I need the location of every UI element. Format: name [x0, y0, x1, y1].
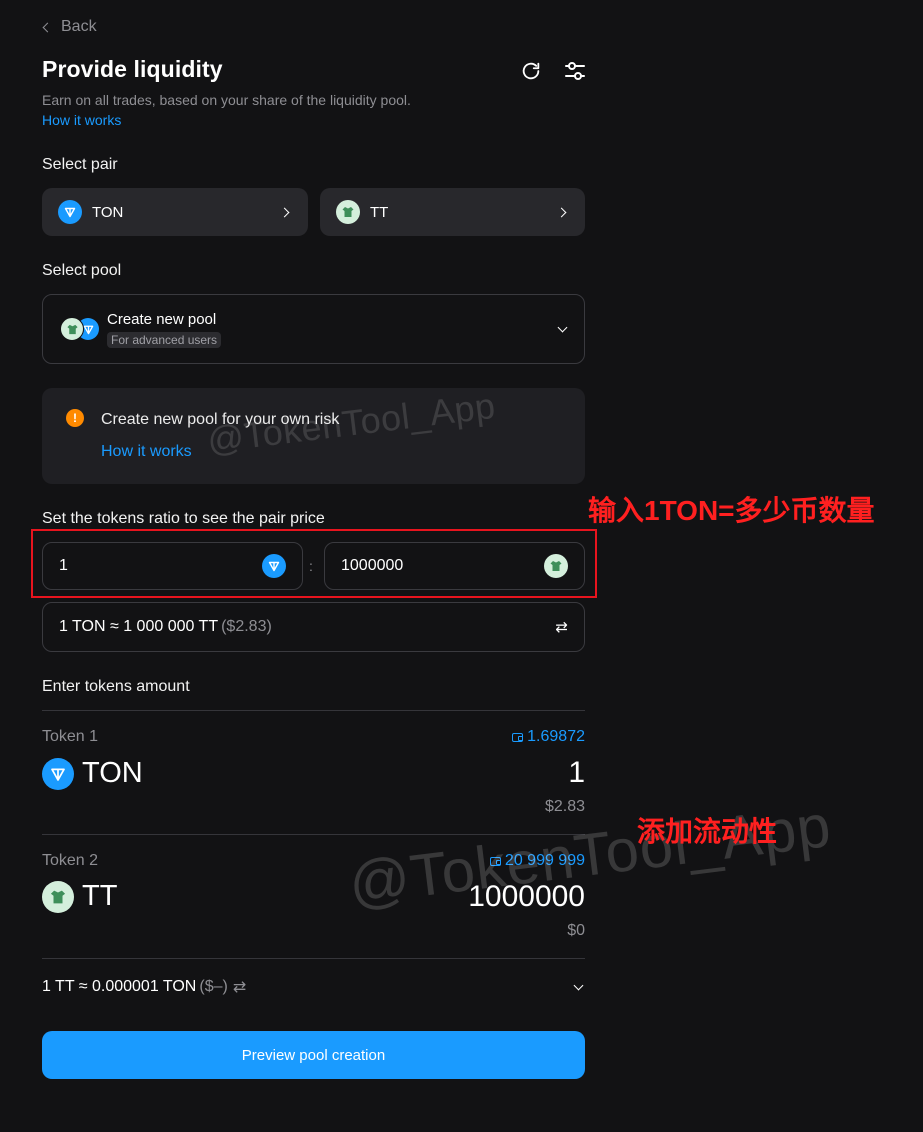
ton-icon — [42, 757, 74, 790]
divider — [42, 958, 585, 959]
rate-row[interactable]: 1 TT ≈ 0.000001 TON ($–) ⇄ — [42, 977, 585, 997]
token1-amount-input[interactable]: 1 — [285, 756, 585, 790]
page-subtitle: Earn on all trades, based on your share … — [42, 92, 411, 108]
chevron-left-icon — [42, 22, 53, 32]
token1-balance-value: 1.69872 — [527, 728, 585, 745]
token-a-label: TON — [92, 203, 124, 221]
token1-label: Token 1 — [42, 728, 99, 745]
ton-icon — [58, 200, 82, 224]
sliders-icon — [565, 62, 585, 80]
pair-price-usd: ($2.83) — [221, 618, 272, 635]
rate-text: 1 TT ≈ 0.000001 TON — [42, 978, 197, 995]
back-label: Back — [61, 18, 97, 35]
token-b-select[interactable]: TT — [320, 188, 585, 236]
chevron-right-icon — [279, 207, 290, 217]
annotation-ratio: 输入1TON=多少币数量 — [588, 495, 875, 526]
swap-icon[interactable]: ⇄ — [555, 618, 568, 636]
chevron-right-icon — [556, 207, 567, 217]
warning-icon: ! — [66, 409, 84, 427]
select-pool-label: Select pool — [42, 262, 122, 279]
preview-pool-creation-button[interactable]: Preview pool creation — [42, 1031, 585, 1079]
annotation-liquidity: 添加流动性 — [637, 816, 778, 847]
tt-token-icon — [42, 880, 74, 913]
chevron-down-icon[interactable] — [573, 980, 584, 990]
divider — [42, 710, 585, 711]
select-pair-label: Select pair — [42, 156, 118, 173]
token2-usd-value: $0 — [567, 922, 585, 939]
ratio-label: Set the tokens ratio to see the pair pri… — [42, 510, 325, 527]
pool-name: Create new pool — [107, 311, 217, 328]
rate-swap-icon[interactable]: ⇄ — [233, 977, 246, 997]
tt-token-icon — [336, 200, 360, 224]
settings-button[interactable] — [562, 58, 588, 84]
annotation-highlight-box — [31, 529, 597, 598]
token-b-label: TT — [370, 203, 389, 221]
chevron-down-icon — [557, 322, 568, 333]
token-a-select[interactable]: TON — [42, 188, 308, 236]
warning-how-it-works-link[interactable]: How it works — [101, 443, 192, 461]
pool-badge: For advanced users — [107, 332, 222, 348]
token2-symbol: TT — [82, 880, 118, 912]
token1-symbol: TON — [82, 757, 143, 789]
token1-usd-value: $2.83 — [544, 798, 585, 815]
how-it-works-link[interactable]: How it works — [42, 112, 121, 128]
rate-usd: ($–) — [199, 978, 228, 995]
token1-balance[interactable]: 1.69872 — [512, 728, 585, 746]
pair-price-display: 1 TON ≈ 1 000 000 TT ($2.83) ⇄ — [42, 602, 585, 652]
token2-selector[interactable]: TT — [42, 880, 117, 913]
pool-pair-icons — [60, 317, 104, 343]
pool-select-dropdown[interactable]: Create new pool For advanced users — [42, 294, 585, 364]
wallet-icon — [512, 732, 524, 742]
pair-price-text: 1 TON ≈ 1 000 000 TT — [59, 618, 219, 635]
page-title: Provide liquidity — [42, 56, 223, 82]
token1-selector[interactable]: TON — [42, 757, 143, 790]
refresh-button[interactable] — [518, 58, 544, 84]
token2-label: Token 2 — [42, 852, 99, 869]
refresh-icon — [522, 62, 540, 80]
back-button[interactable]: Back — [42, 17, 97, 37]
tt-token-icon — [60, 317, 84, 341]
tokens-amount-label: Enter tokens amount — [42, 678, 190, 695]
